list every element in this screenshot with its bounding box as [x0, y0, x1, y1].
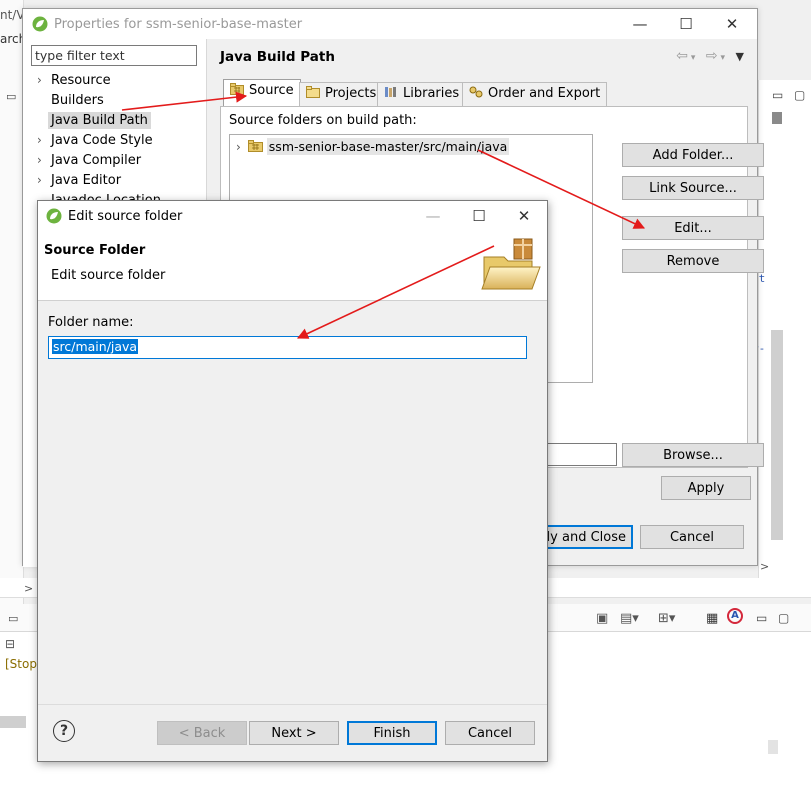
help-icon[interactable]: ? [53, 720, 75, 742]
folder-name-value: src/main/java [52, 339, 139, 354]
tab-libraries[interactable]: Libraries [377, 82, 467, 106]
tree-item-builders[interactable]: Builders [37, 93, 104, 108]
page-title: Java Build Path [220, 49, 335, 65]
ide-fragment-1: nt/V [0, 8, 25, 22]
open-console-icon[interactable]: ⊞▾ [658, 611, 675, 626]
maximize-icon-right[interactable]: ▢ [794, 88, 805, 102]
minimize-icon-console[interactable]: ▭ [8, 612, 18, 625]
properties-icon[interactable]: ▦ [706, 611, 718, 626]
add-folder-button[interactable]: Add Folder... [622, 143, 764, 167]
tree-item-java-code-style[interactable]: › Java Code Style [37, 133, 153, 148]
display-console-icon[interactable]: ▤▾ [620, 611, 639, 626]
cancel-button[interactable]: Cancel [640, 525, 744, 549]
libraries-icon [385, 87, 396, 97]
folder-name-label: Folder name: [48, 315, 134, 330]
order-export-icon [469, 86, 483, 98]
ide-editor-strip [758, 80, 811, 590]
apply-and-close-button[interactable]: Apply and Close [521, 525, 633, 549]
scroll-right-icon-2[interactable]: > [24, 582, 33, 595]
header-description: Edit source folder [51, 268, 166, 283]
minimize-button[interactable]: — [410, 201, 456, 231]
back-arrow-icon[interactable]: ⇦ [676, 48, 691, 64]
annotation-icon[interactable]: A [727, 608, 743, 624]
link-source-button[interactable]: Link Source... [622, 176, 764, 200]
minimize-button[interactable]: — [617, 9, 663, 39]
list-item[interactable]: › ssm-senior-base-master/src/main/java [236, 138, 510, 155]
scroll-right-icon[interactable]: > [760, 560, 769, 573]
minimize-icon-right[interactable]: ▭ [772, 88, 783, 102]
browse-button[interactable]: Browse... [622, 443, 764, 467]
tab-projects[interactable]: Projects [299, 82, 384, 106]
next-button[interactable]: Next > [249, 721, 339, 745]
maximize-button[interactable]: ☐ [456, 201, 502, 231]
close-button[interactable]: ✕ [501, 201, 547, 231]
edit-source-folder-dialog: Edit source folder — ☐ ✕ Source Folder E… [37, 200, 548, 762]
chevron-right-icon[interactable]: › [236, 140, 241, 154]
filter-input[interactable] [31, 45, 197, 66]
console-pin-icon[interactable]: ▣ [596, 611, 608, 626]
cancel-button[interactable]: Cancel [445, 721, 535, 745]
wizard-header: Source Folder Edit source folder [38, 231, 547, 301]
tree-item-resource[interactable]: › Resource [37, 73, 111, 88]
view-menu-icon[interactable]: ▼ [736, 50, 747, 63]
chevron-right-icon[interactable]: › [37, 73, 51, 87]
folder-name-input[interactable]: src/main/java [48, 336, 527, 359]
apply-button[interactable]: Apply [661, 476, 751, 500]
tree-item-java-editor[interactable]: › Java Editor [37, 173, 121, 188]
tab-order-and-export[interactable]: Order and Export [462, 82, 608, 106]
package-folder-icon [247, 140, 263, 152]
chevron-right-icon[interactable]: › [37, 153, 51, 167]
edit-dialog-titlebar[interactable]: Edit source folder — ☐ ✕ [38, 201, 547, 231]
projects-icon [306, 86, 320, 98]
tree-item-java-build-path[interactable]: Java Build Path [37, 112, 151, 129]
spring-icon [32, 16, 48, 32]
finish-button[interactable]: Finish [347, 721, 437, 745]
console-scroll-thumb[interactable] [0, 716, 26, 728]
source-folders-label: Source folders on build path: [229, 113, 417, 128]
maximize-button[interactable]: ☐ [663, 9, 709, 39]
back-button[interactable]: < Back [157, 721, 247, 745]
minimize-icon[interactable]: ▭ [6, 90, 16, 103]
properties-titlebar[interactable]: Properties for ssm-senior-base-master — … [23, 9, 757, 39]
chevron-right-icon[interactable]: › [37, 133, 51, 147]
remove-button[interactable]: Remove [622, 249, 764, 273]
forward-arrow-icon[interactable]: ⇨ [706, 48, 721, 64]
console-icon: ⊟ [5, 637, 16, 651]
minimize-icon-console-right[interactable]: ▭ [756, 611, 767, 625]
source-folder-wizard-icon [481, 238, 541, 290]
spring-icon [46, 208, 62, 224]
properties-title: Properties for ssm-senior-base-master [54, 16, 303, 32]
close-button[interactable]: ✕ [709, 9, 755, 39]
tab-source[interactable]: Source [223, 79, 301, 107]
tree-item-java-compiler[interactable]: › Java Compiler [37, 153, 141, 168]
console-stopped-label: [Stop [5, 657, 37, 671]
scrollbar-thumb-top[interactable] [772, 112, 782, 124]
edit-dialog-title: Edit source folder [68, 208, 183, 224]
chevron-right-icon[interactable]: › [37, 173, 51, 187]
edit-button[interactable]: Edit... [622, 216, 764, 240]
maximize-icon-console-right[interactable]: ▢ [778, 611, 789, 625]
history-nav[interactable]: ⇦▾ ⇨▾ ▼ [676, 48, 747, 64]
header-title: Source Folder [44, 243, 146, 258]
console-scroll-corner [768, 740, 778, 754]
editor-scrollbar[interactable] [771, 330, 783, 540]
source-folder-icon [230, 83, 244, 95]
